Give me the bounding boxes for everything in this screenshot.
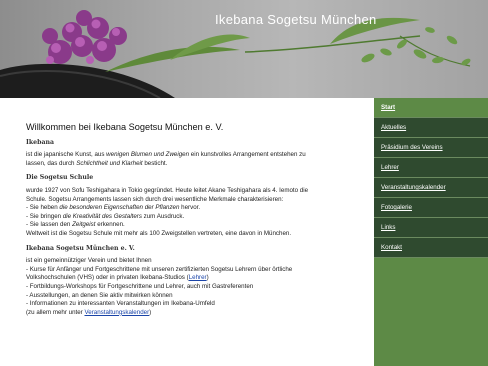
verein-bullet: - Fortbildungs-Workshops für Fortgeschri… [26,282,254,290]
sidebar-nav: Start Aktuelles Präsidium des Vereins Le… [374,98,488,366]
nav-item-veranstaltungskalender[interactable]: Veranstaltungskalender [374,178,488,198]
nav-item-start[interactable]: Start [374,98,488,118]
main-content: Willkommen bei Ikebana Sogetsu München e… [10,98,366,366]
schule-bullet: - Sie heben die besonderen Eigenschaften… [26,204,201,212]
schule-bullet: - Sie lassen den Zeitgeist erkennen. [26,221,125,229]
section-title-schule: Die Sogetsu Schule [26,174,94,182]
schule-bullet: - Sie bringen die Kreativität des Gestal… [26,212,185,220]
nav-item-fotogalerie[interactable]: Fotogalerie [374,198,488,218]
ikebana-text-line: ist die japanische Kunst, aus wenigen Bl… [26,151,306,159]
page-title: Willkommen bei Ikebana Sogetsu München e… [26,122,224,132]
verein-bullet: - Kurse für Anfänger und Fortgeschritten… [26,265,293,273]
verein-bullet: Volkshochschulen (VHS) oder in privaten … [26,274,209,282]
verein-text-line: ist ein gemeinnütziger Verein und bietet… [26,257,152,265]
verein-bullet: - Ausstellungen, an denen Sie aktiv mitw… [26,291,173,299]
section-title-verein: Ikebana Sogetsu München e. V. [26,244,135,252]
veranstaltungskalender-link[interactable]: Veranstaltungskalender [84,309,149,316]
section-title-ikebana: Ikebana [26,138,54,146]
verein-bullet: - Informationen zu interessanten Veranst… [26,300,215,308]
nav-item-aktuelles[interactable]: Aktuelles [374,118,488,138]
nav-item-lehrer[interactable]: Lehrer [374,158,488,178]
lehrer-link[interactable]: Lehrer [189,274,207,281]
schule-text-line: Schule. Sogetsu Arrangements lassen sich… [26,195,284,203]
ikebana-text-line: lassen, das durch Schlichtheit und Klarh… [26,159,168,167]
schule-text-line: wurde 1927 von Sofu Teshigahara in Tokio… [26,186,309,194]
nav-item-links[interactable]: Links [374,218,488,238]
schule-text-line: Weltweit ist die Sogetsu Schule mit mehr… [26,229,292,237]
header-banner: Ikebana Sogetsu München [0,0,488,98]
site-title: Ikebana Sogetsu München [215,12,377,27]
nav-item-praesidium[interactable]: Präsidium des Vereins [374,138,488,158]
nav-item-kontakt[interactable]: Kontakt [374,238,488,258]
verein-bullet: (zu allem mehr unter Veranstaltungskalen… [26,308,152,316]
